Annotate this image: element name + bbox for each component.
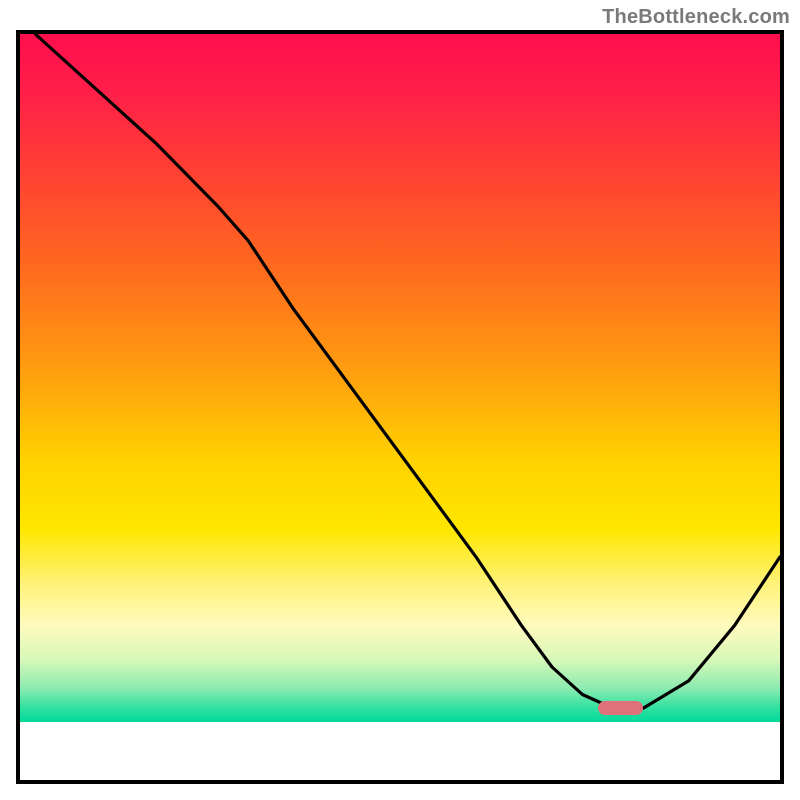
bottleneck-curve-path [35, 34, 780, 708]
watermark-text: TheBottleneck.com [602, 6, 790, 29]
chart-root: TheBottleneck.com [0, 0, 800, 800]
chart-frame [16, 30, 784, 784]
optimal-marker [598, 701, 644, 715]
chart-curve [20, 34, 780, 780]
